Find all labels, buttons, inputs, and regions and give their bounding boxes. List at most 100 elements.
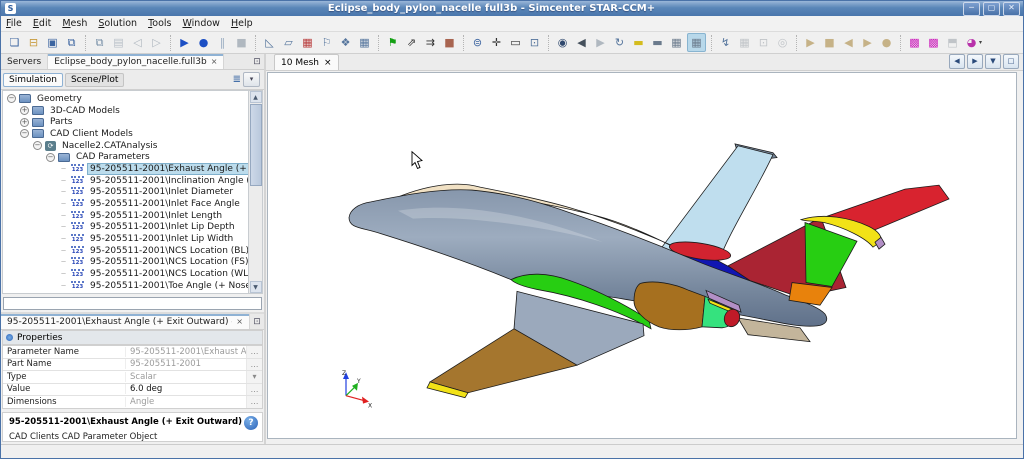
redo-icon[interactable]: ▷	[148, 34, 165, 51]
anim-step-forward-icon[interactable]: ▶	[859, 34, 876, 51]
step-icon[interactable]: ▶	[176, 34, 193, 51]
help-icon[interactable]: ?	[244, 416, 258, 430]
menu-edit[interactable]: Edit	[33, 18, 51, 29]
scroll-down-icon[interactable]: ▼	[250, 281, 262, 293]
ruler-icon[interactable]: ▬	[649, 34, 666, 51]
tree-item[interactable]: +3D-CAD Models	[3, 105, 248, 117]
plot-grid-icon[interactable]: ▦	[736, 34, 753, 51]
tree-item[interactable]: ─12395-205511-2001\NCS Location (FS)	[3, 257, 248, 269]
tab-eclipse-body-pylon-nacelle-full3b[interactable]: Eclipse_body_pylon_nacelle.full3b×	[48, 54, 224, 69]
run-icon[interactable]: ●	[195, 34, 212, 51]
scene-tab[interactable]: 10 Mesh ×	[274, 54, 339, 70]
menu-tools[interactable]: Tools	[148, 18, 171, 29]
collapse-toggle-icon[interactable]: −	[20, 129, 29, 138]
maximize-button[interactable]: ▢	[983, 2, 1000, 16]
tree-item[interactable]: −⟳Nacelle2.CATAnalysis	[3, 140, 248, 152]
minimize-button[interactable]: ─	[963, 2, 980, 16]
remesh-surface-icon[interactable]: ▱	[280, 34, 297, 51]
tree-item[interactable]: −CAD Parameters	[3, 151, 248, 163]
stop-icon[interactable]: ■	[233, 34, 250, 51]
property-value[interactable]: 6.0 deg	[126, 384, 246, 394]
tree-item[interactable]: ─12395-205511-2001\NCS Location (BL)	[3, 245, 248, 257]
drive-view-icon[interactable]: ⊜	[469, 34, 486, 51]
zoom-box-icon[interactable]: ▭	[507, 34, 524, 51]
collapse-toggle-icon[interactable]: −	[46, 153, 55, 162]
tree-item[interactable]: ─12395-205511-2001\Inclination Angle (+ …	[3, 175, 248, 187]
collapse-toggle-icon[interactable]: −	[33, 141, 42, 150]
tree-item[interactable]: +Parts	[3, 116, 248, 128]
panel-dock-icon[interactable]: ⊡	[250, 314, 264, 329]
subtab-simulation[interactable]: Simulation	[3, 73, 63, 87]
collapse-toggle-icon[interactable]: −	[7, 94, 16, 103]
scene-maximize-button[interactable]: □	[1003, 54, 1019, 69]
tree-item[interactable]: −CAD Client Models	[3, 128, 248, 140]
dropdown-icon[interactable]: ▾	[246, 371, 262, 383]
tree-item[interactable]: ─12395-205511-2001\Inlet Lip Depth	[3, 222, 248, 234]
close-icon[interactable]: ×	[236, 317, 243, 326]
snapshot-icon[interactable]: ◉	[554, 34, 571, 51]
scroll-up-icon[interactable]: ▲	[250, 91, 262, 103]
ellipsis-button[interactable]: …	[246, 346, 262, 358]
tree-item[interactable]: ─12395-205511-2001\Exhaust Angle (+ Exit…	[3, 163, 248, 175]
grid-icon[interactable]: ▦	[668, 34, 685, 51]
dropdown-caret-icon[interactable]: ▾	[979, 39, 982, 46]
panel-dock-icon[interactable]: ⊡	[250, 54, 264, 69]
tree-item[interactable]: ─12395-205511-2001\Inlet Face Angle	[3, 198, 248, 210]
tree-dropdown-button[interactable]: ▾	[243, 72, 260, 87]
mesh-diagnostics-icon[interactable]: ▩	[906, 34, 923, 51]
tree-scrollbar[interactable]: ▲ ▼	[249, 90, 263, 294]
tree-filter-input[interactable]	[3, 297, 262, 310]
copy-icon[interactable]: ⧉	[91, 34, 108, 51]
menu-help[interactable]: Help	[231, 18, 253, 29]
mesh-repair-icon[interactable]: ▩	[925, 34, 942, 51]
menu-mesh[interactable]: Mesh	[62, 18, 87, 29]
load-simulation-icon[interactable]: ⊟	[25, 34, 42, 51]
scene-list-button[interactable]: ▼	[985, 54, 1001, 69]
grid-on-icon[interactable]: ▦	[687, 33, 706, 52]
anim-record-icon[interactable]: ●	[878, 34, 895, 51]
tab-servers[interactable]: Servers	[1, 54, 48, 69]
initialize-solution-icon[interactable]: ⚑	[384, 34, 401, 51]
properties-tab[interactable]: 95-205511-2001\Exhaust Angle (+ Exit Out…	[1, 314, 250, 329]
stamp-icon[interactable]: ⬒	[944, 34, 961, 51]
view-forward-icon[interactable]: ▶	[592, 34, 609, 51]
ellipsis-button[interactable]: …	[246, 359, 262, 371]
view-back-icon[interactable]: ◀	[573, 34, 590, 51]
plot-frame-icon[interactable]: ⊡	[755, 34, 772, 51]
close-icon[interactable]: ×	[324, 58, 332, 68]
representation-icon[interactable]: ◕	[963, 34, 980, 51]
scene-next-button[interactable]: ▶	[967, 54, 983, 69]
select-mesh-icon[interactable]: ◺	[261, 34, 278, 51]
ellipsis-button[interactable]: …	[246, 396, 262, 408]
save-view-icon[interactable]: ⊡	[526, 34, 543, 51]
tree-item[interactable]: ─12395-205511-2001\Inlet Diameter	[3, 187, 248, 199]
measure-icon[interactable]: ▬	[630, 34, 647, 51]
mesh-table-icon[interactable]: ▦	[356, 34, 373, 51]
tree-item[interactable]: ─12395-205511-2001\Inlet Length	[3, 210, 248, 222]
run-solution-icon[interactable]: ⇉	[422, 34, 439, 51]
fit-view-icon[interactable]: ✛	[488, 34, 505, 51]
clear-mesh-icon[interactable]: ▦	[299, 34, 316, 51]
close-button[interactable]: ✕	[1003, 2, 1020, 16]
flag-mesh-icon[interactable]: ⚐	[318, 34, 335, 51]
plot-sphere-icon[interactable]: ◎	[774, 34, 791, 51]
scene-prev-button[interactable]: ◀	[949, 54, 965, 69]
pause-icon[interactable]: ‖	[214, 34, 231, 51]
tree-options-icon[interactable]: ≣	[233, 74, 241, 85]
walk-solution-icon[interactable]: ⇗	[403, 34, 420, 51]
subtab-scene-plot[interactable]: Scene/Plot	[65, 73, 124, 87]
expand-toggle-icon[interactable]: +	[20, 106, 29, 115]
anim-play-icon[interactable]: ▶	[802, 34, 819, 51]
new-simulation-icon[interactable]: ❏	[6, 34, 23, 51]
anim-step-back-icon[interactable]: ◀	[840, 34, 857, 51]
plot-update-icon[interactable]: ↯	[717, 34, 734, 51]
anim-stop-icon[interactable]: ■	[821, 34, 838, 51]
menu-solution[interactable]: Solution	[98, 18, 137, 29]
stop-solution-icon[interactable]: ■	[441, 34, 458, 51]
tree-item[interactable]: −Geometry	[3, 93, 248, 105]
menu-window[interactable]: Window	[182, 18, 219, 29]
expand-toggle-icon[interactable]: +	[20, 118, 29, 127]
title-bar[interactable]: S Eclipse_body_pylon_nacelle full3b - Si…	[1, 1, 1023, 16]
refresh-scene-icon[interactable]: ↻	[611, 34, 628, 51]
tree-item[interactable]: ─12395-205511-2001\Toe Angle (+ Nose Out…	[3, 280, 248, 292]
